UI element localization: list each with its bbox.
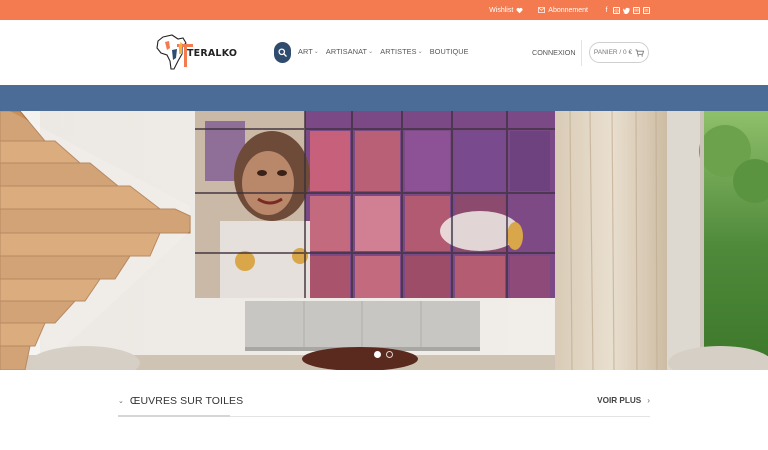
logo-text: TERALKO <box>187 48 238 59</box>
heart-icon <box>516 7 523 13</box>
top-bar: Wishlist Abonnement f ◎ ✉ in <box>0 0 768 20</box>
nav-item-artistes[interactable]: ARTISTES ⌄ <box>380 47 423 56</box>
hero-slider[interactable] <box>0 111 768 370</box>
nav-item-label: ARTISANAT <box>325 47 368 56</box>
wishlist-label: Wishlist <box>489 6 514 14</box>
tv-console <box>245 301 480 351</box>
site-logo[interactable]: TERALKO <box>155 34 237 72</box>
social-links: f ◎ ✉ in <box>600 6 650 14</box>
nav-item-label: BOUTIQUE <box>429 47 469 56</box>
search-icon <box>278 48 287 57</box>
section-title: ŒUVRES SUR TOILES <box>129 395 244 407</box>
slider-dot-2[interactable] <box>386 351 393 358</box>
login-link[interactable]: CONNEXION <box>532 48 576 57</box>
nav-item-label: ARTISTES <box>380 47 417 56</box>
nav-item-artisanat[interactable]: ARTISANAT ⌄ <box>326 47 373 56</box>
chevron-down-icon: ⌄ <box>368 49 374 55</box>
site-header: TERALKO ART ⌄ ARTISANAT ⌄ ARTISTES ⌄ BOU… <box>0 20 768 85</box>
nav-item-boutique[interactable]: BOUTIQUE <box>430 47 469 56</box>
header-divider <box>581 40 582 66</box>
email-icon[interactable]: ✉ <box>633 6 640 14</box>
instagram-icon[interactable]: ◎ <box>613 6 620 14</box>
search-button[interactable] <box>274 42 291 63</box>
nav-item-art[interactable]: ART ⌄ <box>298 47 319 56</box>
twitter-icon[interactable] <box>622 7 630 14</box>
linkedin-icon[interactable]: in <box>643 6 650 14</box>
subscribe-label: Abonnement <box>548 6 588 14</box>
section-title-wrap: ⌄ ŒUVRES SUR TOILES <box>118 393 243 409</box>
envelope-icon <box>538 7 546 13</box>
shopping-cart-icon <box>635 48 645 57</box>
see-more-label: VOIR PLUS <box>597 396 642 405</box>
painting <box>195 111 555 298</box>
slider-dots <box>374 351 398 358</box>
cart-button[interactable]: PANIER / 0 € <box>589 42 649 63</box>
chevron-down-icon: ⌄ <box>313 49 319 55</box>
cart-label: PANIER / 0 € <box>593 49 633 56</box>
wishlist-link[interactable]: Wishlist <box>489 7 523 14</box>
section-header: ⌄ ŒUVRES SUR TOILES VOIR PLUS › <box>118 393 650 417</box>
header-band <box>0 85 768 111</box>
facebook-icon[interactable]: f <box>603 7 610 14</box>
subscribe-link[interactable]: Abonnement <box>535 7 588 14</box>
hero-image <box>0 111 768 370</box>
main-nav: ART ⌄ ARTISANAT ⌄ ARTISTES ⌄ BOUTIQUE <box>298 47 476 56</box>
chevron-down-icon: ⌄ <box>417 49 423 55</box>
chevron-down-icon: ⌄ <box>118 398 124 405</box>
slider-dot-1[interactable] <box>374 351 381 358</box>
section-title-underline <box>118 415 230 417</box>
nav-item-label: ART <box>298 47 313 56</box>
chevron-right-icon: › <box>647 396 650 405</box>
see-more-link[interactable]: VOIR PLUS › <box>597 396 650 405</box>
